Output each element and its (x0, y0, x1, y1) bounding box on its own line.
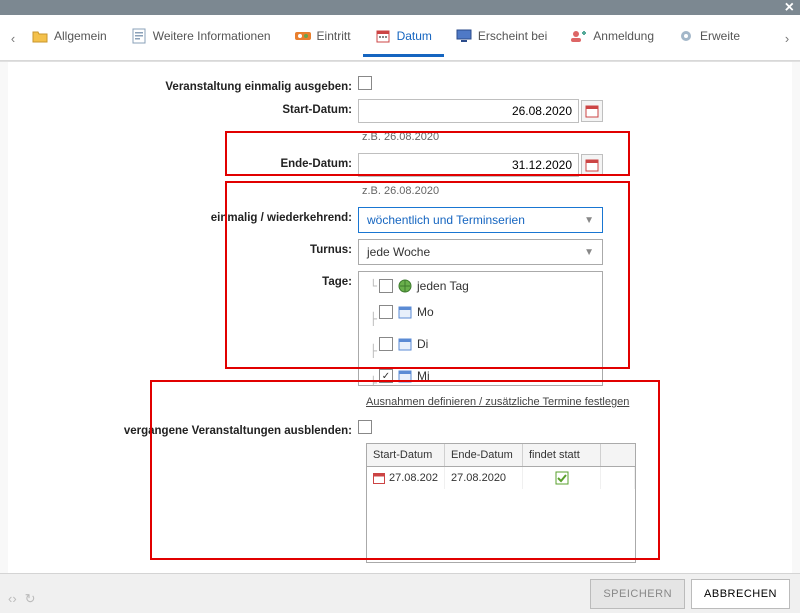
ende-datum-hint: z.B. 26.08.2020 (358, 183, 792, 201)
start-datum-picker-button[interactable] (581, 100, 603, 122)
tab-label: Allgemein (54, 29, 107, 43)
day-icon (397, 368, 413, 384)
day-icon (397, 336, 413, 352)
turnus-select[interactable]: jede Woche ▼ (358, 239, 603, 265)
vergangene-checkbox[interactable] (358, 420, 372, 434)
th-status[interactable]: findet statt (523, 444, 601, 466)
chevron-down-icon: ▼ (584, 215, 594, 226)
tab-label: Anmeldung (593, 29, 654, 43)
start-datum-input[interactable] (358, 99, 579, 123)
turnus-label: Turnus: (8, 239, 358, 256)
tab-label: Datum (397, 29, 432, 43)
display-icon (456, 28, 472, 44)
tab-eintritt[interactable]: Eintritt (283, 28, 363, 57)
globe-icon (397, 278, 413, 294)
ende-datum-picker-button[interactable] (581, 154, 603, 176)
day-icon (397, 304, 413, 320)
calendar-icon (373, 472, 385, 484)
tab-label: Erweite (700, 29, 740, 43)
save-button[interactable]: SPEICHERN (590, 579, 685, 609)
tab-label: Weitere Informationen (153, 29, 271, 43)
checkbox-mo[interactable] (379, 305, 393, 319)
wiederkehr-label: einmalig / wiederkehrend: (8, 207, 358, 224)
td-start: 27.08.202 (367, 467, 445, 489)
code-icon[interactable]: ‹› (8, 591, 17, 607)
tree-item-mi[interactable]: ├ ✓ Mi (363, 360, 598, 386)
tab-anmeldung[interactable]: Anmeldung (559, 28, 666, 57)
wiederkehr-value: wöchentlich und Terminserien (367, 213, 525, 227)
tree-label: jeden Tag (417, 279, 469, 293)
start-datum-hint: z.B. 26.08.2020 (358, 129, 792, 147)
tab-bar: ‹ Allgemein Weitere Informationen Eintri… (0, 15, 800, 61)
td-spacer (601, 467, 635, 489)
tree-item-alle[interactable]: └ jeden Tag (363, 276, 598, 296)
turnus-value: jede Woche (367, 245, 430, 259)
check-icon (555, 471, 569, 485)
td-end: 27.08.2020 (445, 467, 523, 489)
checkbox-mi[interactable]: ✓ (379, 369, 393, 383)
ende-datum-input[interactable] (358, 153, 579, 177)
signup-icon (571, 28, 587, 44)
calendar-icon (585, 104, 599, 118)
tab-datum[interactable]: Datum (363, 28, 444, 57)
td-status (523, 467, 601, 489)
gear-icon (678, 28, 694, 44)
checkbox-alle[interactable] (379, 279, 393, 293)
ende-datum-label: Ende-Datum: (8, 153, 358, 170)
termine-table: Start-Datum Ende-Datum findet statt 27.0… (366, 443, 636, 563)
tab-allgemein[interactable]: Allgemein (20, 28, 119, 57)
th-start[interactable]: Start-Datum (367, 444, 445, 466)
tree-item-di[interactable]: ├ Di (363, 328, 598, 360)
vergangene-label: vergangene Veranstaltungen ausblenden: (8, 420, 358, 437)
tabs-scroll-right[interactable]: › (780, 31, 794, 54)
folder-icon (32, 28, 48, 44)
einmalig-ausgeben-checkbox[interactable] (358, 76, 372, 90)
checkbox-di[interactable] (379, 337, 393, 351)
tab-erweitert[interactable]: Erweite (666, 28, 752, 57)
table-row[interactable]: 27.08.202 27.08.2020 (367, 467, 635, 489)
chevron-down-icon: ▼ (584, 247, 594, 258)
th-end[interactable]: Ende-Datum (445, 444, 523, 466)
tree-label: Mo (417, 305, 434, 319)
calendar-icon (375, 28, 391, 44)
tab-weitere-info[interactable]: Weitere Informationen (119, 28, 283, 57)
start-datum-label: Start-Datum: (8, 99, 358, 116)
th-spacer (601, 444, 635, 466)
calendar-icon (585, 158, 599, 172)
ticket-icon (295, 28, 311, 44)
wiederkehr-select[interactable]: wöchentlich und Terminserien ▼ (358, 207, 603, 233)
tabs-scroll-left[interactable]: ‹ (6, 31, 20, 54)
tree-label: Mi (417, 369, 430, 383)
tab-label: Erscheint bei (478, 29, 547, 43)
ausnahmen-link[interactable]: Ausnahmen definieren / zusätzliche Termi… (366, 392, 629, 414)
tage-tree[interactable]: └ jeden Tag ├ Mo ├ Di (358, 271, 603, 386)
cancel-button[interactable]: ABBRECHEN (691, 579, 790, 609)
tab-erscheint-bei[interactable]: Erscheint bei (444, 28, 559, 57)
tab-label: Eintritt (317, 29, 351, 43)
tree-item-mo[interactable]: ├ Mo (363, 296, 598, 328)
document-icon (131, 28, 147, 44)
tage-label: Tage: (8, 271, 358, 288)
einmalig-ausgeben-label: Veranstaltung einmalig ausgeben: (8, 76, 358, 93)
refresh-icon[interactable]: ↻ (25, 591, 36, 607)
tree-label: Di (417, 337, 428, 351)
